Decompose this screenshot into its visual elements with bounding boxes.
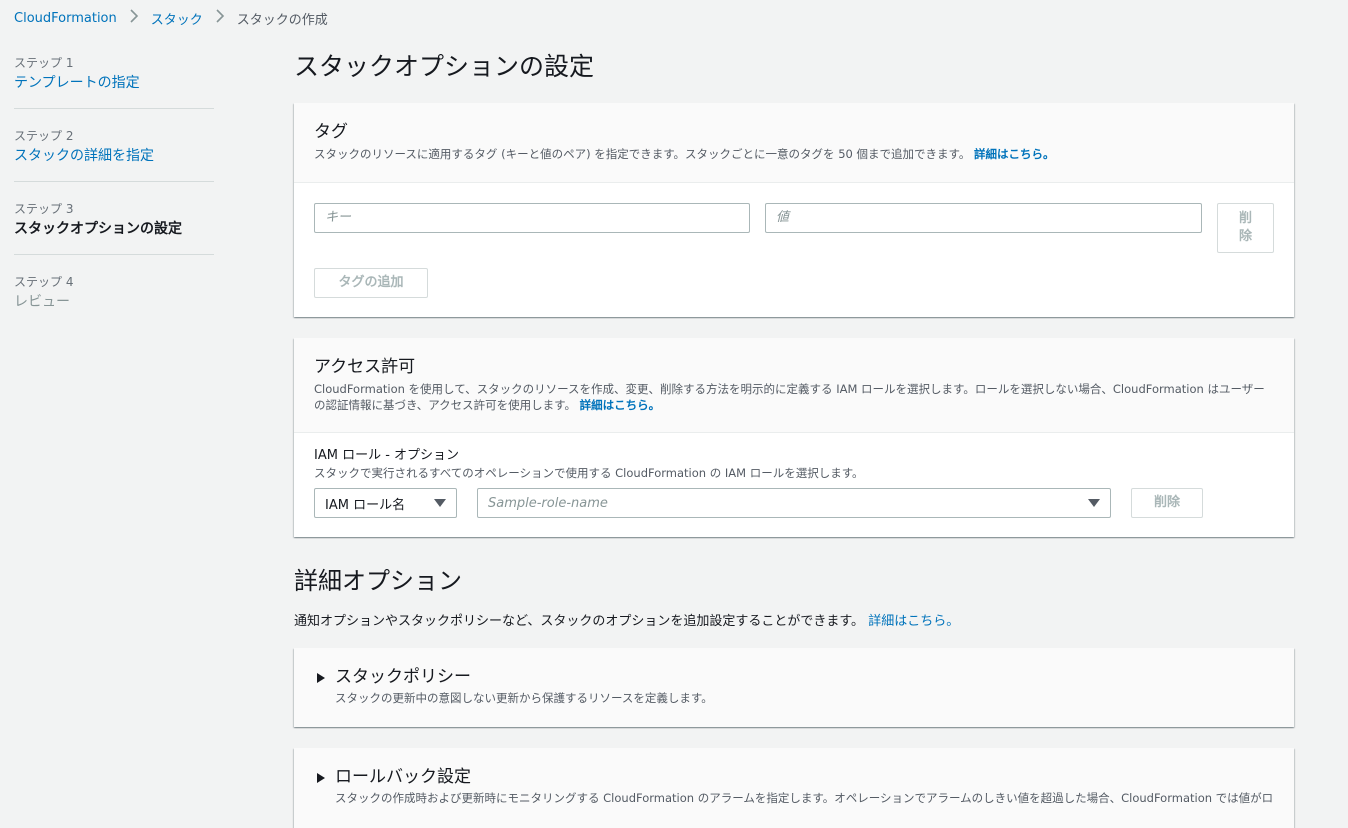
permissions-description: CloudFormation を使用して、スタックのリソースを作成、変更、削除す… [314, 381, 1274, 413]
iam-role-type-select[interactable]: IAM ロール名 [314, 488, 457, 518]
iam-role-name-select[interactable]: Sample-role-name [477, 488, 1111, 518]
wizard-step-4: ステップ 4 レビュー [14, 273, 214, 327]
iam-role-type-value: IAM ロール名 [325, 497, 406, 513]
wizard-step-3: ステップ 3 スタックオプションの設定 [14, 200, 214, 255]
caret-down-icon [434, 499, 446, 507]
rollback-expander[interactable]: ロールバック設定 スタックの作成時および更新時にモニタリングする CloudFo… [294, 748, 1294, 824]
page-title: スタックオプションの設定 [294, 52, 595, 81]
iam-role-remove-button[interactable]: 削除 [1131, 488, 1203, 518]
tags-learn-more-link[interactable]: 詳細はこちら。 [974, 147, 1055, 161]
step-link-details[interactable]: スタックの詳細を指定 [14, 145, 214, 167]
breadcrumb: CloudFormation スタック スタックの作成 [14, 9, 328, 28]
tags-title: タグ [314, 122, 348, 142]
chevron-right-icon [125, 9, 143, 27]
iam-role-name-placeholder: Sample-role-name [488, 495, 608, 511]
step-number: ステップ 4 [14, 275, 74, 289]
advanced-options-description: 通知オプションやスタックポリシーなど、スタックのオプションを追加設定することがで… [294, 612, 959, 632]
tags-panel: タグ スタックのリソースに適用するタグ (キーと値のペア) を指定できます。スタ… [294, 103, 1294, 317]
wizard-step-2: ステップ 2 スタックの詳細を指定 [14, 127, 214, 182]
permissions-description-text: CloudFormation を使用して、スタックのリソースを作成、変更、削除す… [314, 382, 1265, 412]
permissions-panel-header: アクセス許可 CloudFormation を使用して、スタックのリソースを作成… [294, 338, 1294, 433]
advanced-options-description-text: 通知オプションやスタックポリシーなど、スタックのオプションを追加設定することがで… [294, 614, 865, 629]
stack-policy-description: スタックの更新中の意図しない更新から保護するリソースを定義します。 [335, 691, 713, 705]
tags-description: スタックのリソースに適用するタグ (キーと値のペア) を指定できます。スタックご… [314, 146, 1274, 162]
step-link-template[interactable]: テンプレートの指定 [14, 72, 214, 94]
step-review: レビュー [14, 294, 70, 310]
rollback-description: スタックの作成時および更新時にモニタリングする CloudFormation の… [335, 791, 1274, 805]
step-number: ステップ 3 [14, 202, 74, 216]
breadcrumb-cloudformation[interactable]: CloudFormation [14, 11, 117, 26]
breadcrumb-current: スタックの作成 [236, 12, 328, 28]
permissions-title: アクセス許可 [314, 357, 416, 377]
tags-panel-body: キー 値 削除 タグの追加 [294, 183, 1294, 298]
permissions-panel: アクセス許可 CloudFormation を使用して、スタックのリソースを作成… [294, 338, 1294, 537]
caret-down-icon [1088, 499, 1100, 507]
stack-policy-panel[interactable]: スタックポリシー スタックの更新中の意図しない更新から保護するリソースを定義しま… [294, 648, 1294, 727]
tags-description-text: スタックのリソースに適用するタグ (キーと値のペア) を指定できます。スタックご… [314, 147, 971, 161]
tag-key-input[interactable]: キー [314, 203, 750, 233]
iam-role-label: IAM ロール - オプション [314, 448, 460, 463]
permissions-learn-more-link[interactable]: 詳細はこちら。 [580, 398, 661, 412]
caret-right-icon [317, 673, 325, 683]
add-tag-button[interactable]: タグの追加 [314, 268, 428, 298]
step-number: ステップ 2 [14, 129, 74, 143]
caret-right-icon [317, 773, 325, 783]
wizard-steps: ステップ 1 テンプレートの指定 ステップ 2 スタックの詳細を指定 ステップ … [14, 54, 214, 345]
rollback-title: ロールバック設定 [335, 767, 471, 787]
advanced-options-title: 詳細オプション [294, 567, 462, 595]
tags-panel-header: タグ スタックのリソースに適用するタグ (キーと値のペア) を指定できます。スタ… [294, 103, 1294, 183]
breadcrumb-stacks[interactable]: スタック [151, 9, 203, 28]
wizard-step-1: ステップ 1 テンプレートの指定 [14, 54, 214, 109]
iam-role-description: スタックで実行されるすべてのオペレーションで使用する CloudFormatio… [314, 466, 864, 480]
rollback-panel[interactable]: ロールバック設定 スタックの作成時および更新時にモニタリングする CloudFo… [294, 748, 1294, 828]
tag-remove-button[interactable]: 削除 [1217, 203, 1274, 253]
chevron-right-icon [211, 9, 229, 27]
stack-policy-title: スタックポリシー [335, 667, 471, 687]
tag-value-input[interactable]: 値 [765, 203, 1202, 233]
advanced-learn-more-link[interactable]: 詳細はこちら。 [868, 614, 959, 629]
permissions-panel-body: IAM ロール - オプション スタックで実行されるすべてのオペレーションで使用… [294, 433, 1294, 518]
step-number: ステップ 1 [14, 56, 74, 70]
stack-policy-expander[interactable]: スタックポリシー スタックの更新中の意図しない更新から保護するリソースを定義しま… [294, 648, 1294, 724]
step-current-options: スタックオプションの設定 [14, 221, 182, 237]
